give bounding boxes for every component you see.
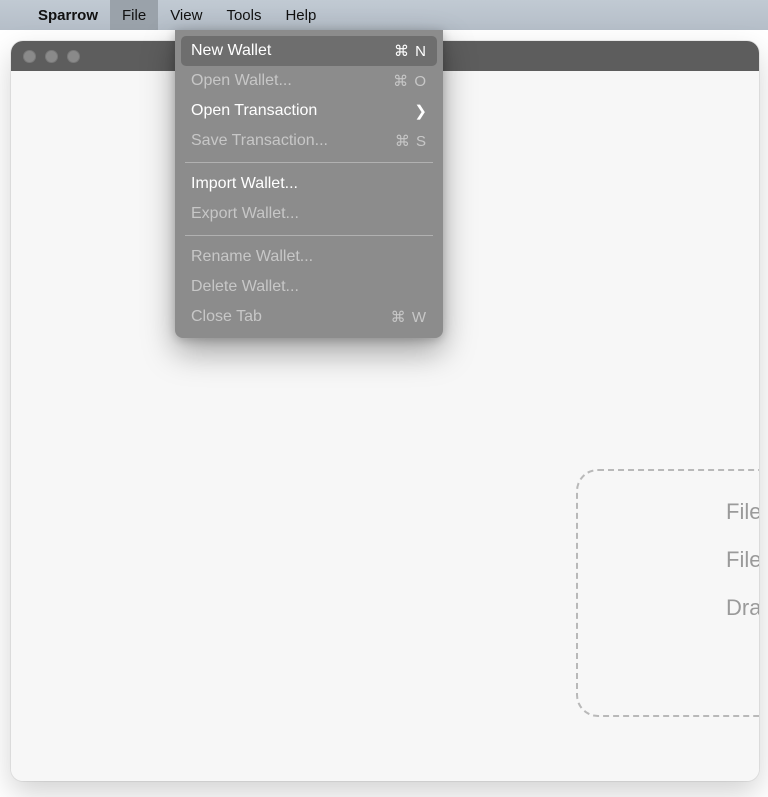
menu-item-close-tab: Close Tab ⌘ W: [181, 302, 437, 332]
menu-item-label: Import Wallet...: [191, 175, 298, 193]
menubar-item-help[interactable]: Help: [273, 0, 328, 30]
menu-item-delete-wallet: Delete Wallet...: [181, 272, 437, 302]
file-menu-dropdown: New Wallet ⌘ N Open Wallet... ⌘ O Open T…: [175, 30, 443, 338]
menu-item-label: Open Transaction: [191, 102, 317, 120]
chevron-right-icon: ❯: [414, 102, 427, 120]
menu-item-label: New Wallet: [191, 42, 271, 60]
drop-hint-line3: Drag: [726, 595, 759, 621]
menubar-item-file[interactable]: File: [110, 0, 158, 30]
traffic-light-minimize-icon[interactable]: [45, 50, 58, 63]
menu-item-rename-wallet: Rename Wallet...: [181, 242, 437, 272]
menu-item-shortcut: ⌘ O: [393, 72, 427, 90]
menubar: Sparrow File View Tools Help: [0, 0, 768, 30]
drop-hint-box: File File Drag: [576, 469, 759, 717]
menu-separator: [185, 162, 433, 163]
drop-hint-line1: File: [726, 499, 759, 525]
traffic-light-zoom-icon[interactable]: [67, 50, 80, 63]
menubar-item-tools[interactable]: Tools: [214, 0, 273, 30]
menu-item-export-wallet: Export Wallet...: [181, 199, 437, 229]
menu-item-open-wallet: Open Wallet... ⌘ O: [181, 66, 437, 96]
menu-item-label: Open Wallet...: [191, 72, 292, 90]
menu-item-import-wallet[interactable]: Import Wallet...: [181, 169, 437, 199]
menu-item-label: Export Wallet...: [191, 205, 299, 223]
menu-item-label: Rename Wallet...: [191, 248, 313, 266]
menu-item-open-transaction[interactable]: Open Transaction ❯: [181, 96, 437, 126]
menu-separator: [185, 235, 433, 236]
menubar-app-name[interactable]: Sparrow: [26, 0, 110, 30]
traffic-light-close-icon[interactable]: [23, 50, 36, 63]
menu-item-shortcut: ⌘ S: [395, 132, 427, 150]
menu-item-label: Delete Wallet...: [191, 278, 299, 296]
menu-item-label: Save Transaction...: [191, 132, 328, 150]
menu-item-label: Close Tab: [191, 308, 262, 326]
menubar-item-view[interactable]: View: [158, 0, 214, 30]
menu-item-shortcut: ⌘ N: [394, 42, 427, 60]
menu-item-new-wallet[interactable]: New Wallet ⌘ N: [181, 36, 437, 66]
menu-item-shortcut: ⌘ W: [391, 308, 427, 326]
drop-hint-line2: File: [726, 547, 759, 573]
menu-item-save-transaction: Save Transaction... ⌘ S: [181, 126, 437, 156]
